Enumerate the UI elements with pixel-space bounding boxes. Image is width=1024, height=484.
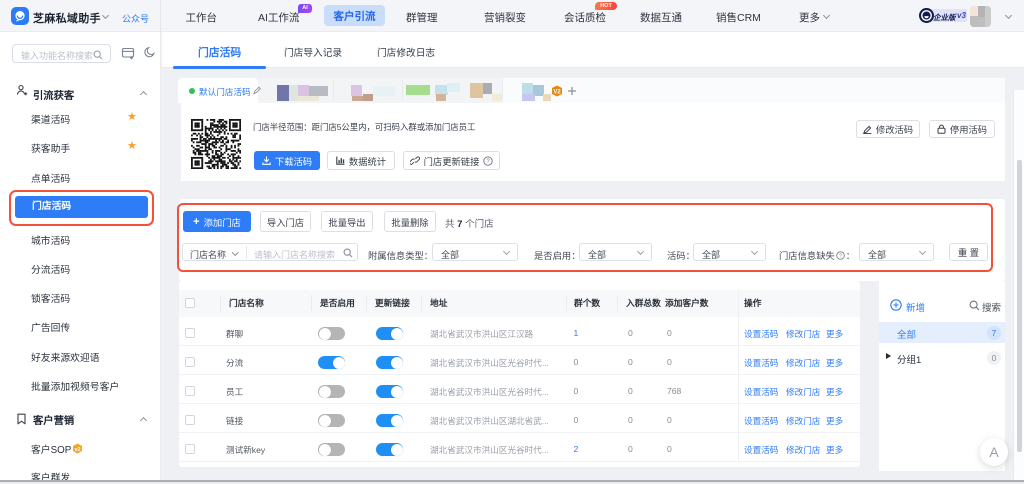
svg-text:?: ? — [487, 159, 491, 165]
svg-text:v2: v2 — [74, 447, 80, 453]
svg-text:V2: V2 — [553, 90, 561, 96]
